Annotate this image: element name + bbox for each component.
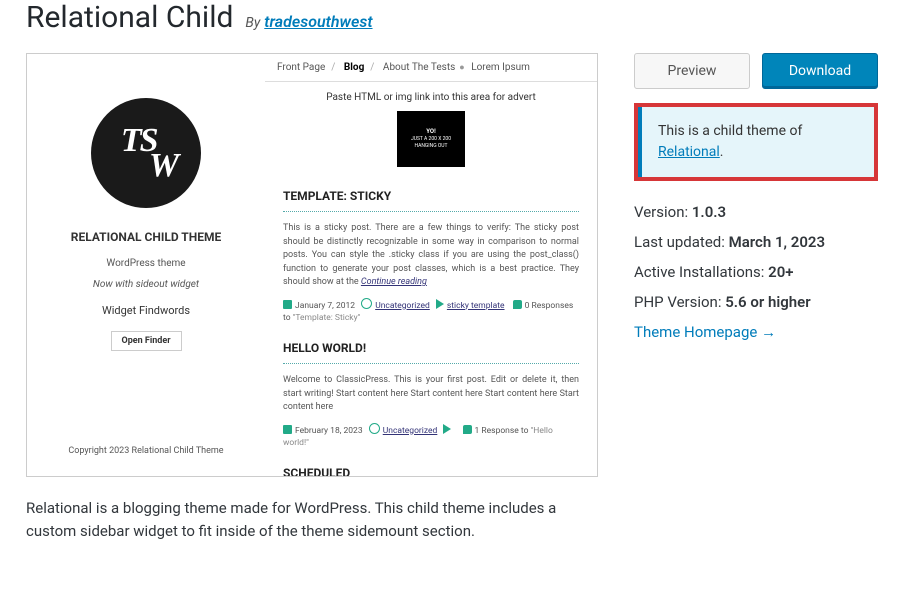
ss-nav: Front Page/ Blog/ About The Tests● Lorem… <box>265 54 597 82</box>
ss-post2-title: HELLO WORLD! <box>283 341 579 355</box>
ss-post2-meta: February 18, 2023 Uncategorized 1 Respon… <box>283 423 579 451</box>
ss-open-finder: Open Finder <box>111 331 182 351</box>
ss-nav-about: About The Tests <box>383 62 455 73</box>
ss-post1-body: This is a sticky post. There are a few t… <box>283 222 579 290</box>
ss-widget-label: Widget Findwords <box>102 304 190 317</box>
meta-php: PHP Version: 5.6 or higher <box>634 287 878 317</box>
notice-text: This is a child theme of <box>658 123 802 139</box>
meta-version: Version: 1.0.3 <box>634 197 878 227</box>
ss-post1-meta: January 7, 2012 Uncategorized sticky tem… <box>283 298 579 326</box>
ss-theme-name: RELATIONAL CHILD THEME <box>71 230 221 244</box>
meta-installs: Active Installations: 20+ <box>634 257 878 287</box>
ss-ad-hint: Paste HTML or img link into this area fo… <box>277 92 585 103</box>
theme-homepage-link[interactable]: Theme Homepage → <box>634 323 776 341</box>
theme-screenshot: TSW RELATIONAL CHILD THEME WordPress the… <box>26 53 598 477</box>
author-link[interactable]: tradesouthwest <box>264 12 372 31</box>
ss-subtitle1: WordPress theme <box>106 258 185 269</box>
parent-theme-link[interactable]: Relational <box>658 144 720 160</box>
logo: TSW <box>91 98 201 208</box>
ss-post1-title: TEMPLATE: STICKY <box>283 189 579 203</box>
ss-post2-body: Welcome to ClassicPress. This is your fi… <box>283 374 579 415</box>
page-title: Relational Child <box>26 0 233 35</box>
ss-copyright: Copyright 2023 Relational Child Theme <box>68 446 223 462</box>
by-label: By <box>245 15 260 31</box>
ss-ad-box: YO! JUST A 200 X 200 HANGING OUT <box>397 111 465 167</box>
ss-nav-lorem: Lorem Ipsum <box>471 62 530 73</box>
ss-continue-link: Continue reading <box>361 277 427 287</box>
arrow-icon: → <box>761 324 776 341</box>
ss-nav-blog: Blog <box>344 62 364 73</box>
child-theme-notice: This is a child theme of Relational. <box>634 103 878 181</box>
download-button[interactable]: Download <box>762 53 878 89</box>
ss-nav-front: Front Page <box>277 62 325 73</box>
meta-updated: Last updated: March 1, 2023 <box>634 227 878 257</box>
ss-subtitle2: Now with sideout widget <box>93 279 199 290</box>
ss-post3-title: SCHEDULED <box>283 466 579 476</box>
theme-description: Relational is a blogging theme made for … <box>26 497 598 544</box>
byline: By tradesouthwest <box>245 12 372 31</box>
preview-button[interactable]: Preview <box>634 53 750 89</box>
